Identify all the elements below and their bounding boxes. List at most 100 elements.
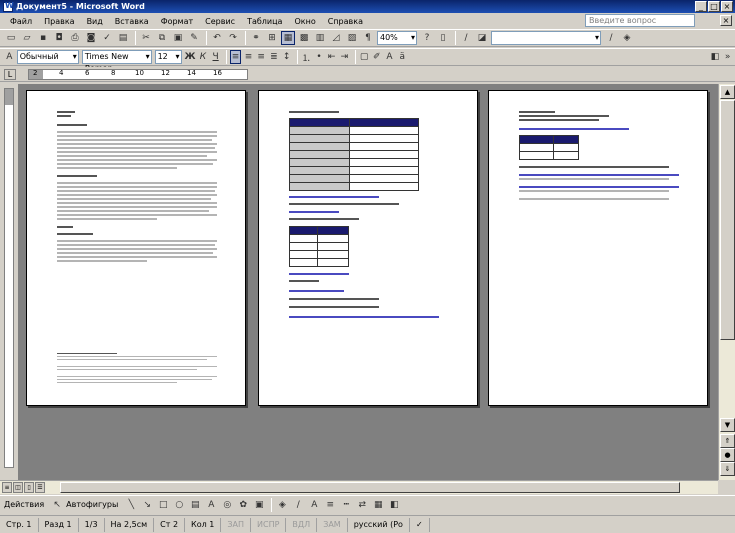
columns-icon[interactable]: ▥ xyxy=(313,31,327,45)
paste-icon[interactable]: ▣ xyxy=(171,31,185,45)
eraser-icon[interactable]: ◪ xyxy=(475,31,489,45)
autoshapes-menu[interactable]: Автофигуры xyxy=(66,500,118,509)
document-page-3[interactable] xyxy=(488,90,708,406)
drawing-icon[interactable]: ◿ xyxy=(329,31,343,45)
line-color-icon[interactable]: ∕ xyxy=(604,31,618,45)
draw-font-color-icon[interactable]: A xyxy=(307,498,321,512)
italic-icon[interactable]: К xyxy=(198,50,209,64)
spelling-status-icon[interactable]: ✓ xyxy=(410,517,430,532)
draw-line-color-icon[interactable]: ∕ xyxy=(291,498,305,512)
font-size-select[interactable]: 12 xyxy=(154,50,182,64)
menu-window[interactable]: Окно xyxy=(288,17,321,26)
font-select[interactable]: Times New Roman xyxy=(81,50,152,73)
help-icon[interactable]: ? xyxy=(420,31,434,45)
spelling-icon[interactable]: ✓ xyxy=(100,31,114,45)
read-icon[interactable]: ▯ xyxy=(436,31,450,45)
draw-actions-menu[interactable]: Действия xyxy=(4,500,44,509)
close-icon[interactable]: × xyxy=(721,1,733,12)
highlight-icon[interactable]: ✐ xyxy=(371,50,382,64)
open-folder-icon[interactable]: ▱ xyxy=(20,31,34,45)
menu-format[interactable]: Формат xyxy=(155,17,199,26)
cut-icon[interactable]: ✂ xyxy=(139,31,153,45)
hyperlink-icon[interactable]: ⚭ xyxy=(249,31,263,45)
vertical-scrollbar[interactable]: ▲ ▼ ⇑ ● ⇓ xyxy=(718,84,735,480)
tables-borders-icon[interactable]: ⊞ xyxy=(265,31,279,45)
print-icon[interactable]: ⎙ xyxy=(68,31,82,45)
ask-question-input[interactable]: Введите вопрос xyxy=(585,14,695,27)
format-painter-icon[interactable]: ✎ xyxy=(187,31,201,45)
document-page-1[interactable] xyxy=(26,90,246,406)
align-left-icon[interactable]: ≡ xyxy=(229,50,242,64)
select-objects-icon[interactable]: ↖ xyxy=(50,498,64,512)
doc-close-icon[interactable]: × xyxy=(720,15,732,26)
line-spacing-icon[interactable]: ↕ xyxy=(281,50,292,64)
outline-view-icon[interactable]: ☰ xyxy=(35,482,45,493)
maximize-icon[interactable]: □ xyxy=(708,1,720,12)
horizontal-scrollbar[interactable]: ≡ ◫ ▯ ☰ xyxy=(0,480,718,494)
rectangle-icon[interactable]: □ xyxy=(156,498,170,512)
underline-icon[interactable]: Ч xyxy=(210,50,221,64)
bold-icon[interactable]: Ж xyxy=(185,50,196,64)
clipart-icon[interactable]: ✿ xyxy=(236,498,250,512)
align-center-icon[interactable]: ≡ xyxy=(243,50,254,64)
research-pane-icon[interactable]: ◧ xyxy=(710,50,721,64)
increase-indent-icon[interactable]: ⇥ xyxy=(339,50,350,64)
status-track-changes[interactable]: ИСПР xyxy=(251,517,287,532)
web-layout-icon[interactable]: ◫ xyxy=(13,482,23,493)
show-hide-icon[interactable]: ¶ xyxy=(361,31,375,45)
menu-help[interactable]: Справка xyxy=(322,17,369,26)
pen-icon[interactable]: ∕ xyxy=(459,31,473,45)
next-page-icon[interactable]: ⇓ xyxy=(720,462,735,476)
status-record[interactable]: ЗАП xyxy=(221,517,251,532)
print-layout-icon[interactable]: ▯ xyxy=(24,482,34,493)
wordart-icon[interactable]: A xyxy=(204,498,218,512)
ruler-scale[interactable]: 2 4 6 8 10 12 14 16 xyxy=(28,69,248,80)
copy-icon[interactable]: ⧉ xyxy=(155,31,169,45)
document-workspace[interactable] xyxy=(18,84,718,480)
bullets-icon[interactable]: • xyxy=(314,50,325,64)
minimize-icon[interactable]: _ xyxy=(695,1,707,12)
picture-icon[interactable]: ▣ xyxy=(252,498,266,512)
fill-color-icon[interactable]: ◈ xyxy=(620,31,634,45)
menu-insert[interactable]: Вставка xyxy=(109,17,155,26)
decrease-indent-icon[interactable]: ⇤ xyxy=(326,50,337,64)
previous-page-icon[interactable]: ⇑ xyxy=(720,434,735,448)
vertical-ruler-scale[interactable] xyxy=(4,88,14,468)
styles-icon[interactable]: A xyxy=(4,50,15,64)
justify-icon[interactable]: ≣ xyxy=(269,50,280,64)
arrow-icon[interactable]: ↘ xyxy=(140,498,154,512)
scroll-down-icon[interactable]: ▼ xyxy=(720,418,735,432)
status-extend[interactable]: ВДЛ xyxy=(286,517,318,532)
status-overtype[interactable]: ЗАМ xyxy=(317,517,348,532)
arrow-style-icon[interactable]: ⇄ xyxy=(355,498,369,512)
oval-icon[interactable]: ○ xyxy=(172,498,186,512)
insert-excel-icon[interactable]: ▩ xyxy=(297,31,311,45)
horizontal-scroll-thumb[interactable] xyxy=(60,482,680,493)
zoom-select[interactable]: 40% xyxy=(377,31,417,45)
3d-icon[interactable]: ◧ xyxy=(387,498,401,512)
fill-bucket-icon[interactable]: ◈ xyxy=(275,498,289,512)
print-preview-icon[interactable]: ◙ xyxy=(84,31,98,45)
document-map-icon[interactable]: ▨ xyxy=(345,31,359,45)
research-icon[interactable]: ▤ xyxy=(116,31,130,45)
document-page-2[interactable] xyxy=(258,90,478,406)
menu-table[interactable]: Таблица xyxy=(241,17,288,26)
shadow-icon[interactable]: ▦ xyxy=(371,498,385,512)
normal-view-icon[interactable]: ≡ xyxy=(2,482,12,493)
toolbar-options-icon[interactable]: » xyxy=(722,50,733,64)
borders-icon[interactable]: ▢ xyxy=(359,50,370,64)
textbox-icon[interactable]: ▤ xyxy=(188,498,202,512)
dash-style-icon[interactable]: ┅ xyxy=(339,498,353,512)
menu-view[interactable]: Вид xyxy=(81,17,109,26)
diagram-icon[interactable]: ◎ xyxy=(220,498,234,512)
browse-object-icon[interactable]: ● xyxy=(720,448,735,462)
word-app-icon[interactable] xyxy=(3,1,14,12)
menu-file[interactable]: Файл xyxy=(4,17,38,26)
style-select[interactable]: Обычный xyxy=(16,50,79,64)
line-style-icon[interactable]: ≡ xyxy=(323,498,337,512)
font-color-icon[interactable]: A xyxy=(384,50,395,64)
undo-icon[interactable]: ↶ xyxy=(210,31,224,45)
phonetic-icon[interactable]: ä xyxy=(397,50,408,64)
align-right-icon[interactable]: ≡ xyxy=(256,50,267,64)
insert-table-icon[interactable]: ▦ xyxy=(281,31,295,45)
